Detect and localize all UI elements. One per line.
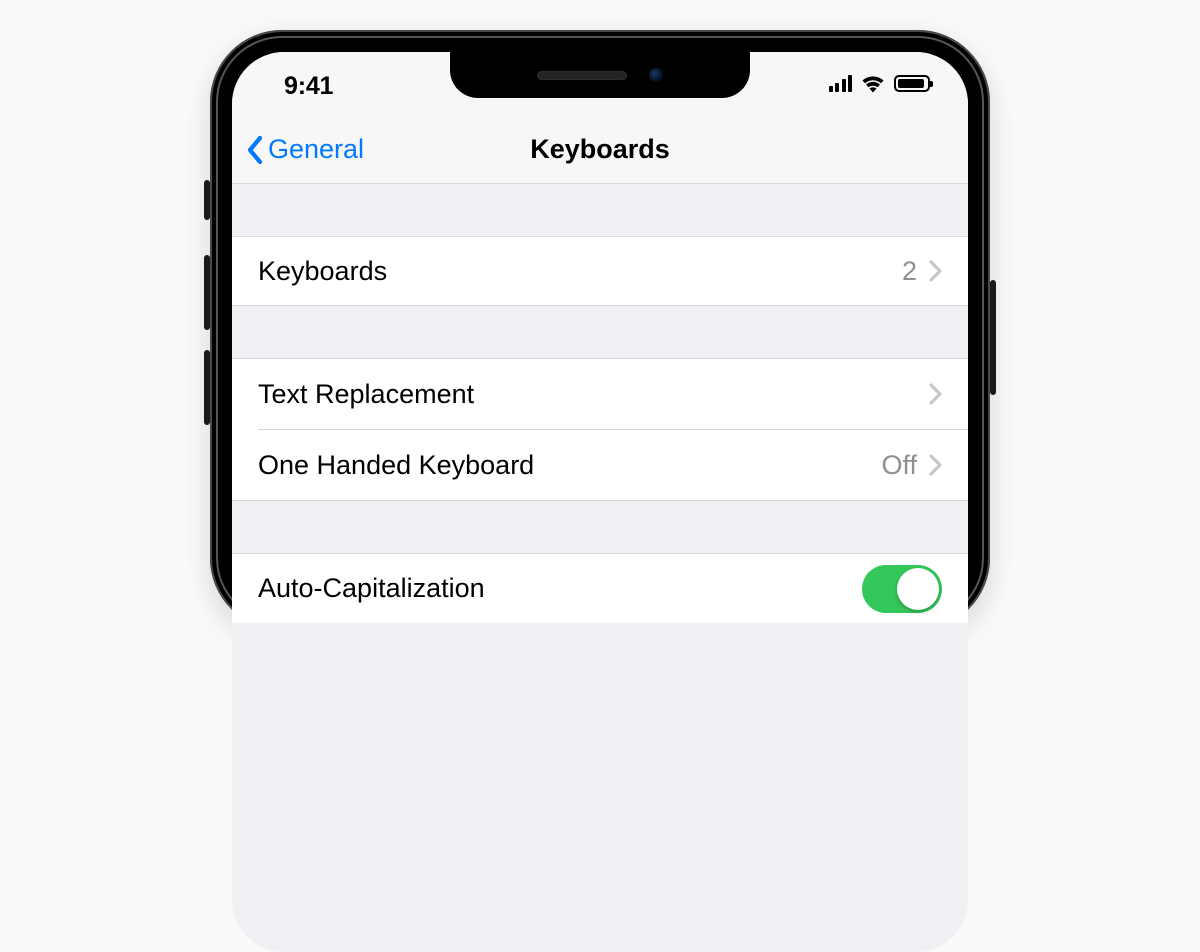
row-label: Text Replacement [258,379,929,410]
auto-capitalization-toggle[interactable] [862,565,942,613]
wifi-icon [860,74,886,93]
row-value: 2 [902,256,917,287]
row-value: Off [881,450,917,481]
row-label: Auto-Capitalization [258,573,862,604]
group-text-options: Text Replacement One Handed Keyboard Off [232,358,968,501]
volume-up-button [204,255,210,330]
battery-icon [894,75,930,92]
group-spacer [232,306,968,358]
front-camera [649,68,663,82]
group-spacer [232,501,968,553]
screen: 9:41 [232,52,968,952]
row-one-handed-keyboard[interactable]: One Handed Keyboard Off [232,430,968,500]
status-time: 9:41 [284,72,333,101]
row-label: One Handed Keyboard [258,450,881,481]
nav-header: General Keyboards [232,116,968,184]
silence-switch [204,180,210,220]
volume-down-button [204,350,210,425]
power-button [990,280,996,395]
notch [450,52,750,98]
back-label: General [268,134,364,165]
phone-frame: 9:41 [210,30,990,630]
back-button[interactable]: General [246,116,364,183]
chevron-right-icon [929,383,942,405]
row-text-replacement[interactable]: Text Replacement [232,359,968,429]
group-spacer [232,184,968,236]
chevron-right-icon [929,454,942,476]
speaker-grill [537,71,627,80]
chevron-right-icon [929,260,942,282]
chevron-left-icon [246,135,264,165]
row-keyboards[interactable]: Keyboards 2 [232,236,968,306]
status-icons [829,74,931,93]
row-label: Keyboards [258,256,902,287]
row-auto-capitalization[interactable]: Auto-Capitalization [232,553,968,623]
toggle-knob [897,568,939,610]
cellular-signal-icon [829,75,853,92]
